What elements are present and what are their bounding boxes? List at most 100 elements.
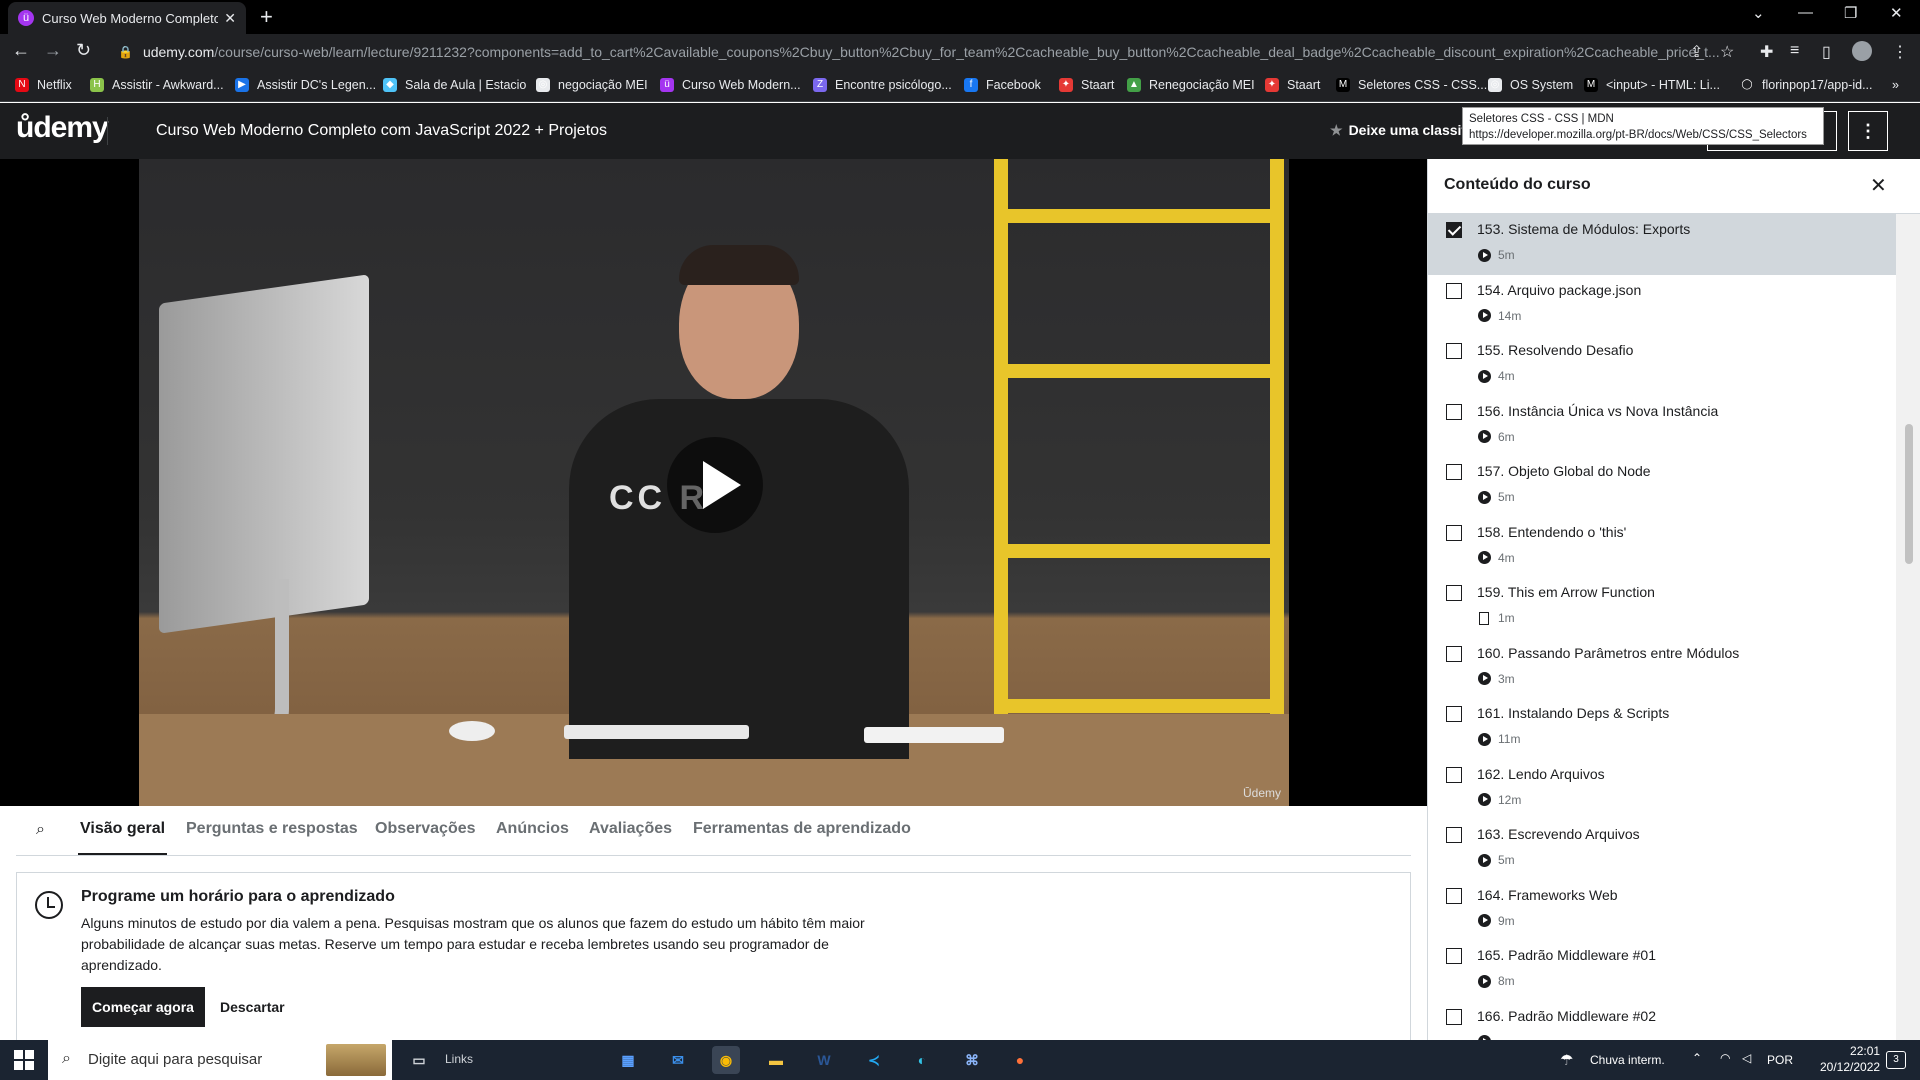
- bookmarks-overflow-icon[interactable]: »: [1892, 78, 1899, 92]
- word-icon[interactable]: W: [810, 1046, 838, 1074]
- lesson-item[interactable]: 159. This em Arrow Function 1m: [1428, 577, 1896, 638]
- back-button[interactable]: ←: [12, 40, 30, 61]
- more-options-icon[interactable]: ⋮: [1848, 111, 1888, 151]
- minimize-button[interactable]: —: [1798, 4, 1813, 21]
- lesson-checkbox[interactable]: [1446, 948, 1462, 964]
- bookmark-item[interactable]: ◎ OS System: [1488, 78, 1573, 92]
- close-tab-icon[interactable]: ✕: [224, 10, 236, 27]
- tray-expand-icon[interactable]: ⌃: [1692, 1051, 1702, 1065]
- close-icon[interactable]: ✕: [1870, 173, 1887, 198]
- lesson-item[interactable]: 155. Resolvendo Desafio 4m: [1428, 335, 1896, 396]
- lesson-checkbox[interactable]: [1446, 524, 1462, 541]
- play-icon[interactable]: [667, 437, 763, 533]
- notification-icon[interactable]: 3: [1886, 1051, 1906, 1069]
- lesson-checkbox[interactable]: [1446, 282, 1462, 299]
- start-now-button[interactable]: Começar agora: [81, 987, 205, 1027]
- bookmark-item[interactable]: N Netflix: [15, 78, 72, 92]
- bookmark-item[interactable]: ü Curso Web Modern...: [660, 78, 801, 92]
- lesson-item[interactable]: 153. Sistema de Módulos: Exports 5m: [1428, 214, 1896, 275]
- lesson-checkbox[interactable]: [1446, 1008, 1462, 1025]
- forward-button[interactable]: →: [44, 40, 62, 61]
- tab-search-icon[interactable]: ⌄: [1752, 4, 1765, 22]
- lesson-checkbox[interactable]: [1446, 887, 1462, 904]
- bookmark-item[interactable]: ✦ Staart: [1265, 78, 1320, 92]
- bookmark-item[interactable]: ▲ Renegociação MEI: [1127, 78, 1255, 92]
- lesson-item[interactable]: 156. Instância Única vs Nova Instância 6m: [1428, 396, 1896, 457]
- vscode-icon[interactable]: ≺: [860, 1046, 888, 1074]
- mail-icon[interactable]: ✉: [664, 1046, 692, 1074]
- share-icon[interactable]: ⇪: [1690, 42, 1703, 62]
- content-tab[interactable]: Perguntas e respostas: [186, 820, 358, 838]
- lesson-checkbox[interactable]: [1446, 766, 1462, 783]
- browser-menu-icon[interactable]: ⋮: [1892, 42, 1908, 62]
- content-tab[interactable]: Avaliações: [589, 820, 672, 838]
- address-bar[interactable]: 🔒 udemy.com/course/curso-web/learn/lectu…: [108, 38, 1738, 66]
- lesson-item[interactable]: 162. Lendo Arquivos 12m: [1428, 759, 1896, 820]
- file-explorer-icon[interactable]: ▬: [762, 1046, 790, 1074]
- task-view-icon[interactable]: ▭: [405, 1046, 433, 1074]
- app-icon[interactable]: ⌘: [958, 1046, 986, 1074]
- bookmark-item[interactable]: M <input> - HTML: Li...: [1584, 78, 1720, 92]
- bookmark-item[interactable]: ◯ florinpop17/app-id...: [1740, 78, 1873, 92]
- new-tab-button[interactable]: +: [260, 4, 273, 30]
- bookmark-item[interactable]: ◆ Sala de Aula | Estacio: [383, 78, 526, 92]
- language-label[interactable]: POR: [1767, 1053, 1793, 1067]
- bookmark-item[interactable]: M Seletores CSS - CSS...: [1336, 78, 1487, 92]
- course-title[interactable]: Curso Web Moderno Completo com JavaScrip…: [156, 122, 607, 140]
- bookmark-item[interactable]: f Facebook: [964, 78, 1041, 92]
- calculator-icon[interactable]: ▦: [614, 1046, 642, 1074]
- lesson-checkbox[interactable]: [1446, 343, 1462, 359]
- browser-tab-active[interactable]: ü Curso Web Moderno Completo c ✕: [8, 2, 246, 34]
- lesson-item[interactable]: 166. Padrão Middleware #02: [1428, 1001, 1896, 1040]
- reload-button[interactable]: ↻: [76, 40, 91, 61]
- links-toolbar[interactable]: Links: [445, 1052, 473, 1066]
- wifi-icon[interactable]: ◠: [1720, 1051, 1730, 1065]
- sidebar-scrollbar[interactable]: [1896, 214, 1920, 1040]
- chrome-icon[interactable]: ◉: [712, 1046, 740, 1074]
- windows-start-icon[interactable]: [14, 1050, 34, 1070]
- bookmark-star-icon[interactable]: ☆: [1720, 42, 1734, 62]
- bookmark-item[interactable]: H Assistir - Awkward...: [90, 78, 224, 92]
- extensions-icon[interactable]: ✚: [1760, 42, 1773, 62]
- dismiss-button[interactable]: Descartar: [220, 987, 285, 1027]
- lesson-checkbox[interactable]: [1446, 403, 1462, 420]
- bookmark-item[interactable]: ◎ negociação MEI: [536, 78, 648, 92]
- content-tab[interactable]: Visão geral: [80, 820, 165, 838]
- lesson-item[interactable]: 161. Instalando Deps & Scripts 11m: [1428, 698, 1896, 759]
- lesson-item[interactable]: 158. Entendendo o 'this' 4m: [1428, 517, 1896, 578]
- restore-button[interactable]: ❐: [1844, 4, 1857, 22]
- weather-label[interactable]: Chuva interm.: [1590, 1053, 1665, 1067]
- volume-icon[interactable]: ◁: [1742, 1051, 1751, 1065]
- lesson-item[interactable]: 165. Padrão Middleware #01 8m: [1428, 940, 1896, 1001]
- scrollbar-thumb[interactable]: [1905, 424, 1913, 564]
- firefox-icon[interactable]: ●: [1006, 1046, 1034, 1074]
- lesson-item[interactable]: 157. Objeto Global do Node 5m: [1428, 456, 1896, 517]
- video-player[interactable]: CC R Ūdemy: [0, 159, 1427, 806]
- bookmark-item[interactable]: ✦ Staart: [1059, 78, 1114, 92]
- lesson-checkbox[interactable]: [1446, 706, 1462, 722]
- close-window-button[interactable]: ✕: [1890, 4, 1903, 22]
- lesson-checkbox[interactable]: [1446, 827, 1462, 843]
- profile-avatar[interactable]: [1852, 41, 1872, 61]
- lesson-item[interactable]: 164. Frameworks Web 9m: [1428, 880, 1896, 941]
- search-icon[interactable]: ⌕: [36, 821, 45, 839]
- side-panel-icon[interactable]: ▯: [1822, 42, 1831, 62]
- bookmark-item[interactable]: ▶ Assistir DC's Legen...: [235, 78, 376, 92]
- lesson-checkbox[interactable]: [1446, 464, 1462, 480]
- lesson-item[interactable]: 154. Arquivo package.json 14m: [1428, 275, 1896, 336]
- lesson-checkbox[interactable]: [1446, 222, 1462, 238]
- lesson-item[interactable]: 163. Escrevendo Arquivos 5m: [1428, 819, 1896, 880]
- clock[interactable]: 22:01 20/12/2022: [1820, 1043, 1880, 1075]
- udemy-logo[interactable]: ůdemy: [16, 111, 109, 145]
- content-tab[interactable]: Anúncios: [496, 820, 569, 838]
- content-tab[interactable]: Observações: [375, 820, 476, 838]
- reading-list-icon[interactable]: ≡: [1790, 42, 1799, 60]
- taskbar-search[interactable]: ⌕ Digite aqui para pesquisar: [48, 1040, 392, 1080]
- lesson-item[interactable]: 160. Passando Parâmetros entre Módulos 3m: [1428, 638, 1896, 699]
- edge-icon[interactable]: ◐: [908, 1046, 936, 1074]
- lesson-checkbox[interactable]: [1446, 585, 1462, 601]
- content-tab[interactable]: Ferramentas de aprendizado: [693, 820, 911, 838]
- clock-date: 20/12/2022: [1820, 1060, 1881, 1074]
- lesson-checkbox[interactable]: [1446, 645, 1462, 662]
- bookmark-item[interactable]: Z Encontre psicólogo...: [813, 78, 952, 92]
